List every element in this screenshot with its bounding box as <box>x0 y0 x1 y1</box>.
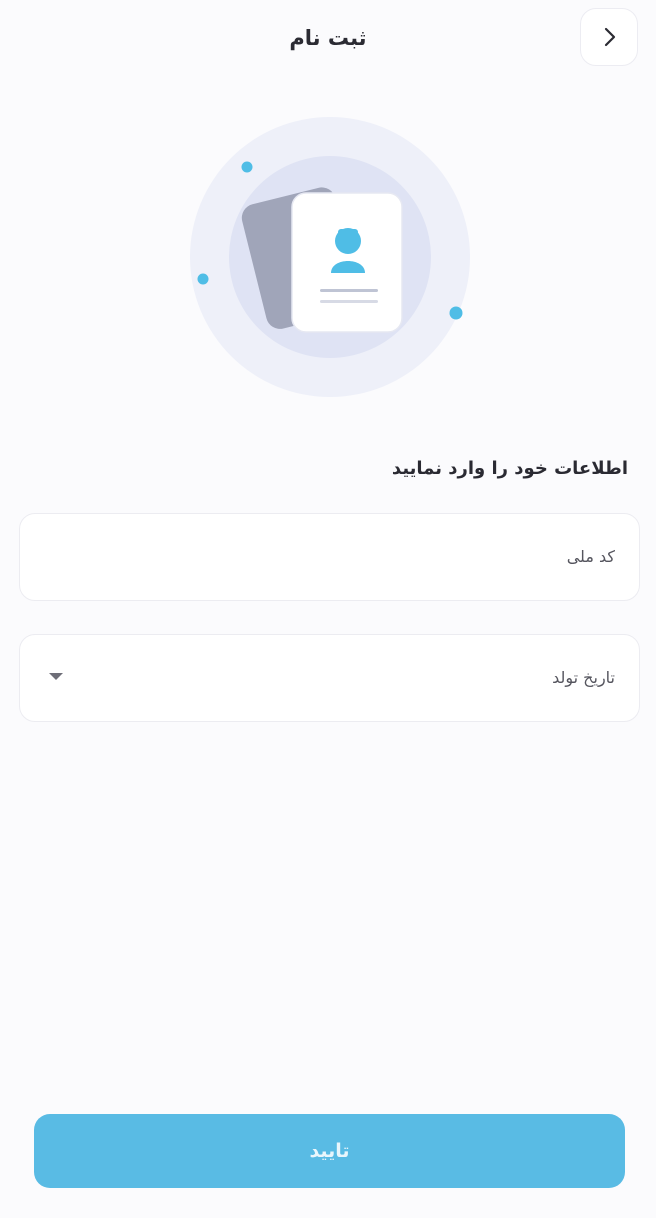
decor-dot-left <box>197 273 209 285</box>
decor-dot-top <box>241 161 253 173</box>
birth-date-dropdown[interactable]: تاریخ تولد <box>19 634 640 722</box>
page-title: ثبت نام <box>289 26 367 50</box>
id-card-illustration <box>190 117 470 397</box>
decor-dot-right <box>449 306 463 320</box>
back-button[interactable] <box>580 8 638 66</box>
registration-screen: ثبت نام اطلاعات خود را وارد نمایید کد مل… <box>0 0 656 1218</box>
chevron-right-icon <box>604 27 616 47</box>
birth-date-label: تاریخ تولد <box>552 668 615 687</box>
submit-button[interactable]: تایید <box>34 1114 625 1188</box>
national-code-label: کد ملی <box>566 547 615 566</box>
national-code-field[interactable]: کد ملی <box>19 513 640 601</box>
caret-down-icon <box>49 673 63 680</box>
form-intro-text: اطلاعات خود را وارد نمایید <box>391 458 628 479</box>
